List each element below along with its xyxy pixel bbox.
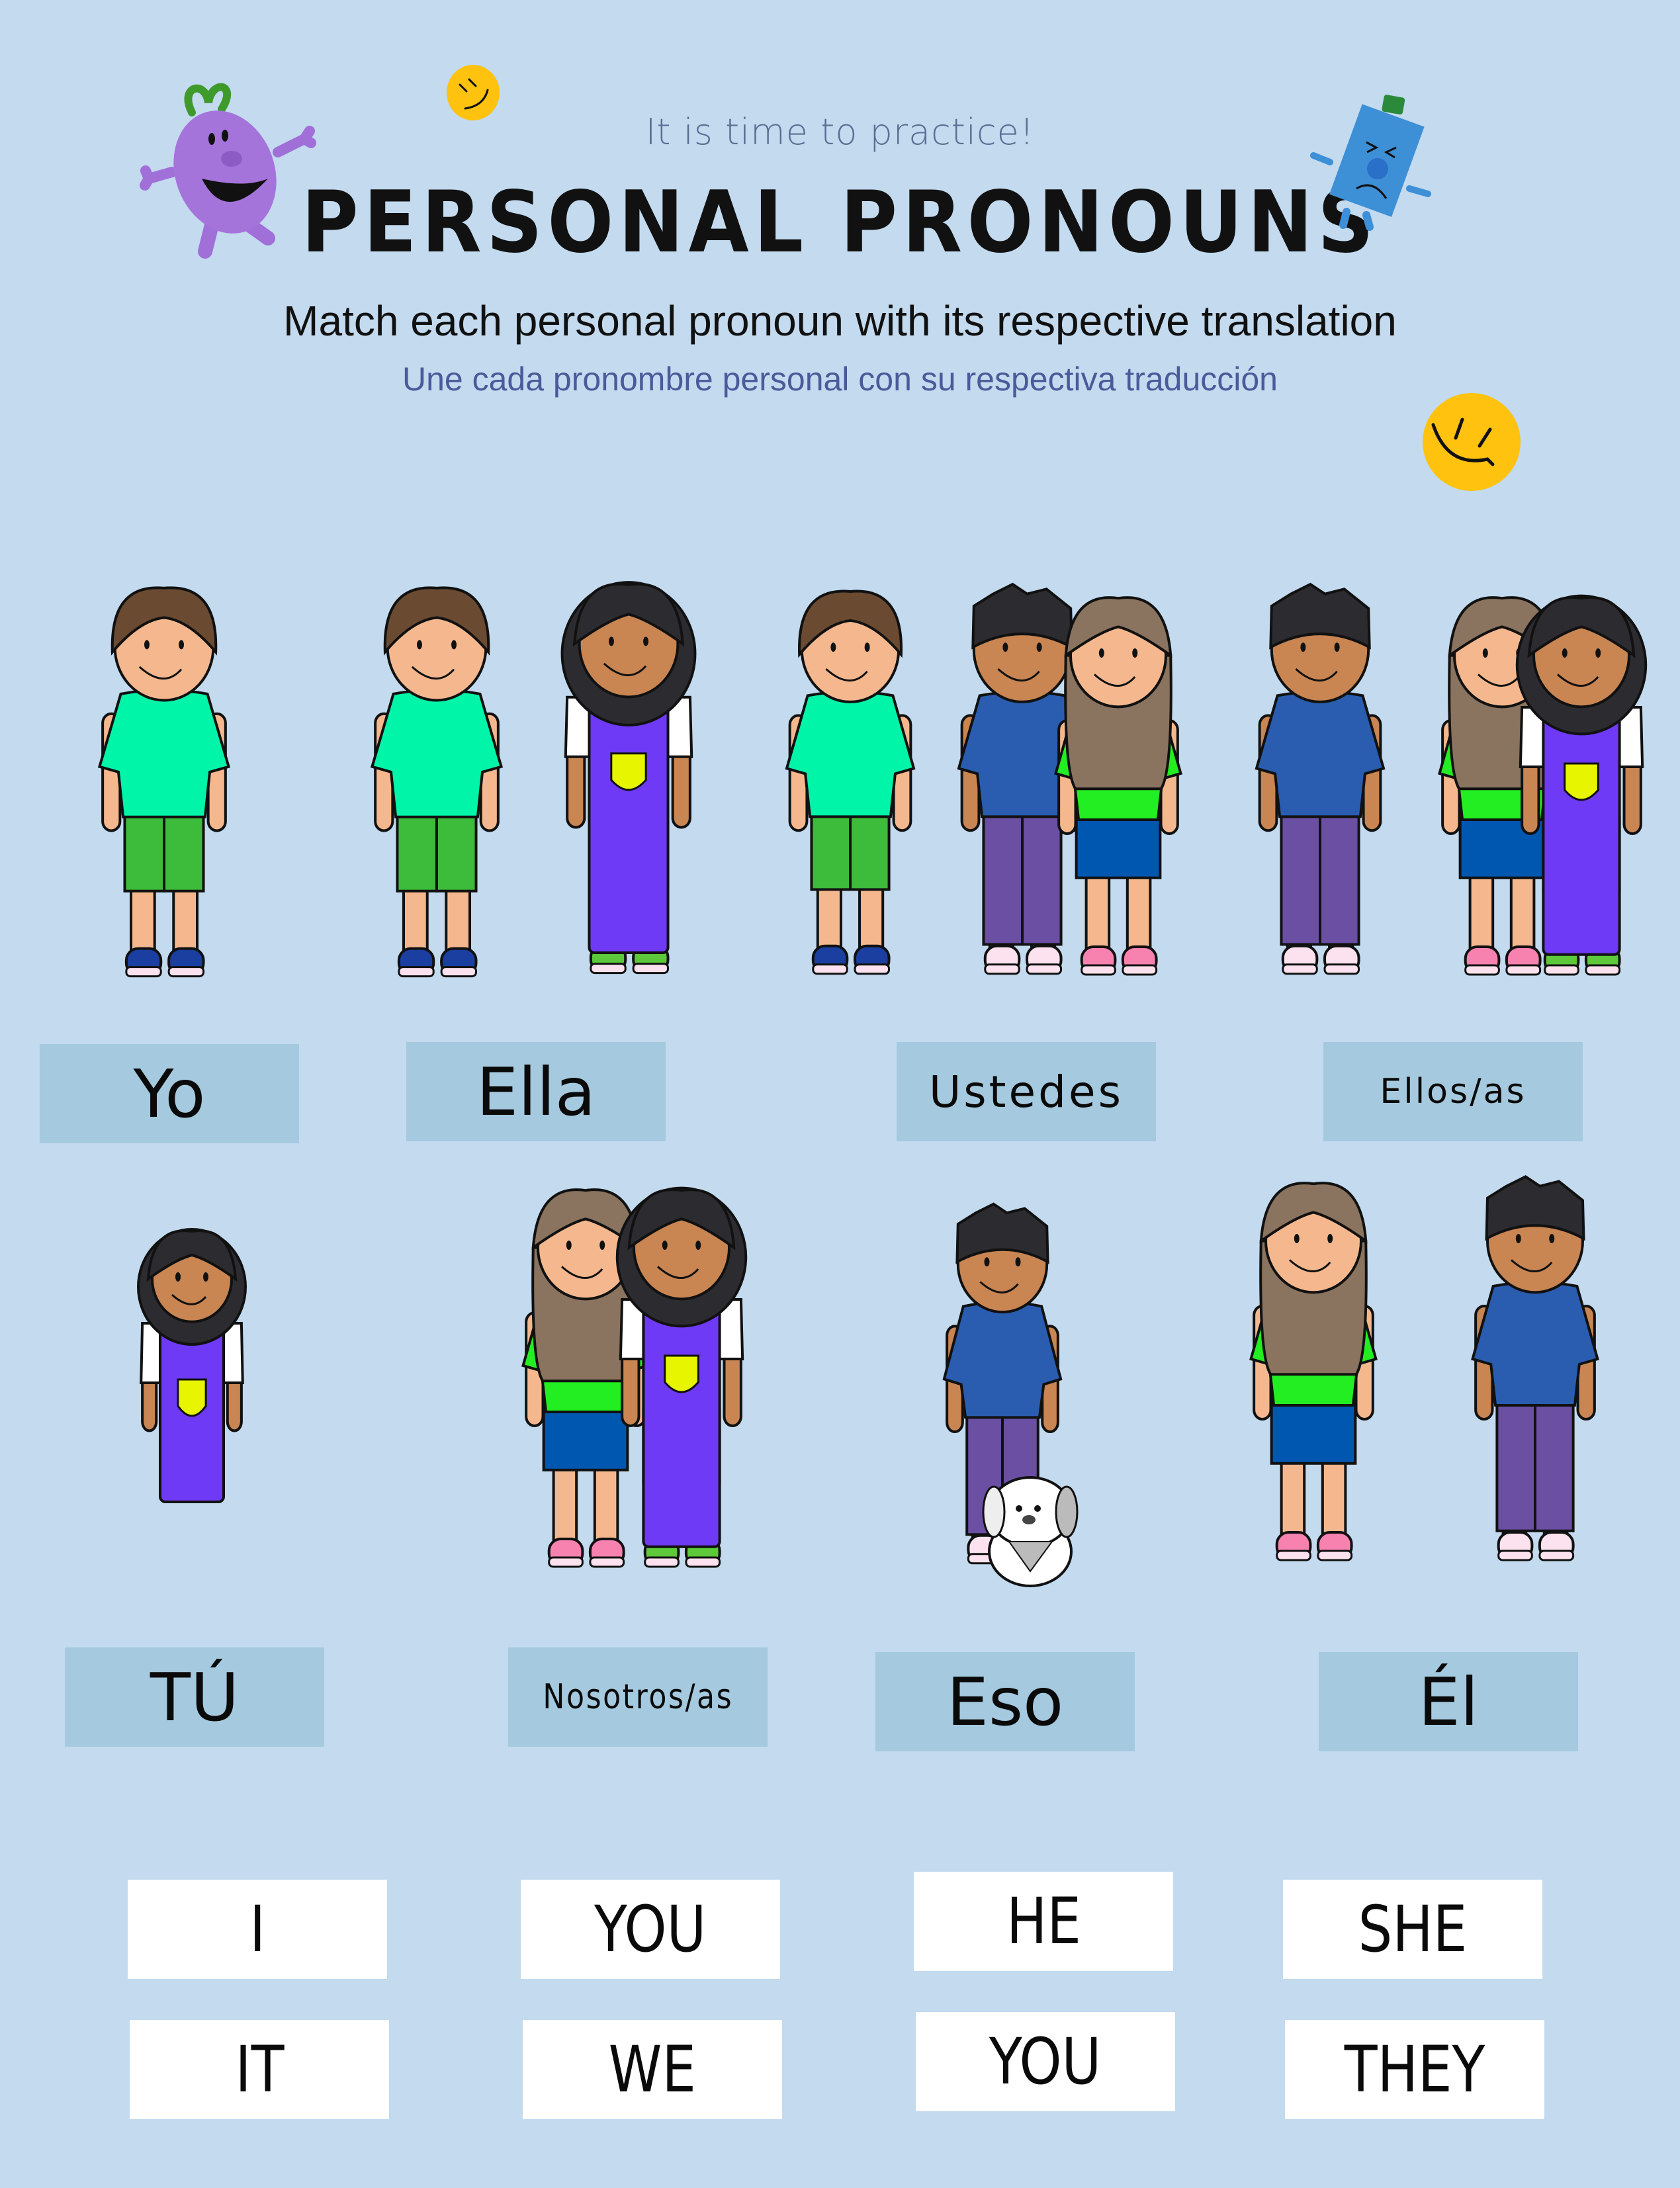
girl-tu-illustration (137, 1228, 247, 1503)
label-text: Él (1418, 1663, 1479, 1741)
english-answer-we[interactable]: WE (523, 2020, 782, 2119)
spanish-label-eso[interactable]: Eso (875, 1652, 1135, 1751)
answer-text: THEY (1344, 2033, 1485, 2107)
label-text: Yo (133, 1055, 206, 1133)
spanish-label-el[interactable]: Él (1319, 1652, 1578, 1751)
answer-text: YOU (594, 1892, 707, 1966)
answer-text: IT (235, 2033, 284, 2107)
english-answer-i[interactable]: I (128, 1880, 387, 1979)
answer-text: WE (608, 2033, 697, 2107)
spanish-label-ella[interactable]: Ella (406, 1042, 666, 1141)
english-answer-he[interactable]: HE (914, 1872, 1173, 1971)
answer-text: YOU (989, 2025, 1102, 2099)
english-answer-she[interactable]: SHE (1283, 1880, 1542, 1979)
spanish-label-ustedes[interactable]: Ustedes (897, 1042, 1156, 1141)
boy-yo-illustration (97, 586, 231, 978)
label-text: Ella (476, 1053, 596, 1131)
english-answer-you-plural[interactable]: YOU (916, 2012, 1175, 2111)
label-text: TÚ (150, 1658, 240, 1736)
girl-ella-illustration (560, 581, 697, 975)
girl-el-pointer (1249, 1182, 1378, 1561)
label-text: Ellos/as (1380, 1072, 1526, 1112)
spanish-label-yo[interactable]: Yo (40, 1044, 299, 1143)
answer-text: I (249, 1892, 266, 1966)
answer-text: HE (1006, 1884, 1081, 1958)
spanish-label-ellos[interactable]: Ellos/as (1323, 1042, 1583, 1141)
girl-nosotros-illustration-2 (615, 1186, 748, 1568)
girl-ellos-illustration-2 (1515, 594, 1648, 976)
girl-ustedes-illustration (1054, 596, 1182, 976)
english-answer-they[interactable]: THEY (1285, 2020, 1544, 2119)
answer-text: SHE (1358, 1892, 1468, 1966)
boy-ustedes-pointer (785, 590, 916, 975)
boy-ellos-pointer (1255, 582, 1386, 975)
label-text: Ustedes (928, 1066, 1124, 1117)
boy-ella-illustration (370, 586, 504, 978)
label-text: Nosotros/as (543, 1677, 733, 1717)
english-answer-you[interactable]: YOU (521, 1880, 780, 1979)
label-text: Eso (946, 1663, 1064, 1741)
dog-icon (982, 1476, 1079, 1587)
english-answer-it[interactable]: IT (130, 2020, 389, 2119)
spanish-label-nosotros[interactable]: Nosotros/as (508, 1647, 768, 1747)
spanish-label-tu[interactable]: TÚ (65, 1647, 324, 1747)
boy-el-illustration (1471, 1175, 1599, 1561)
